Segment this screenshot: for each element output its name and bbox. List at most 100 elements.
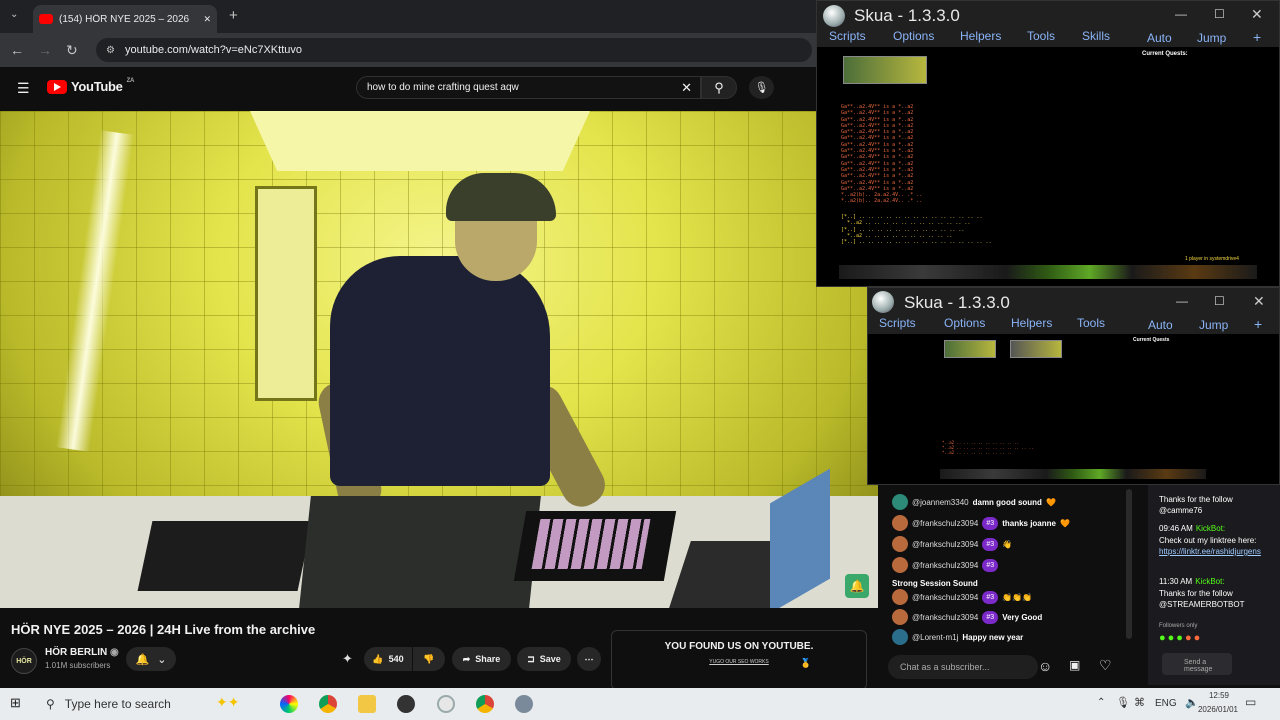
chat-user[interactable]: @frankschulz3094	[912, 559, 978, 572]
dislike-button[interactable]: 👎	[413, 647, 445, 671]
launchpad-lights	[531, 519, 651, 569]
chat-user[interactable]: @joannem3340	[912, 496, 969, 509]
maximize-icon[interactable]: ☐	[1214, 7, 1225, 21]
skua-bottom-add-icon[interactable]: +	[1254, 316, 1262, 332]
tray-expand-icon[interactable]: ⌃	[1097, 697, 1105, 708]
chevron-down-icon: ⌄	[157, 653, 167, 666]
search-button[interactable]: ⚲	[701, 76, 737, 99]
skua-top-menu-scripts[interactable]: Scripts	[829, 29, 866, 43]
minimize-icon-2[interactable]: —	[1176, 294, 1188, 308]
minimize-icon[interactable]: —	[1175, 7, 1187, 21]
chrome-icon[interactable]	[319, 695, 337, 713]
youtube-logo[interactable]: YouTube ZA	[47, 78, 134, 94]
chat-message: @frankschulz3094 #3 Very Good	[892, 609, 1132, 625]
skua-top-menu-jump[interactable]: Jump	[1197, 31, 1226, 45]
file-explorer-icon[interactable]	[358, 695, 376, 713]
skua-bottom-menu-scripts[interactable]: Scripts	[879, 316, 916, 330]
voice-search-button[interactable]: 🎙	[749, 76, 774, 99]
close-icon-2[interactable]: ✕	[1253, 293, 1265, 310]
super-chat-icon[interactable]: ▣	[1069, 658, 1080, 672]
obs-icon[interactable]	[397, 695, 415, 713]
close-icon[interactable]: ✕	[1251, 6, 1263, 23]
skua-top-add-icon[interactable]: +	[1253, 29, 1261, 45]
start-icon[interactable]: ⊞	[10, 695, 21, 711]
kick-bot-name-3: KickBot:	[1195, 577, 1225, 586]
chrome-icon-2[interactable]	[476, 695, 494, 713]
network-icon[interactable]: ⌘	[1134, 696, 1145, 709]
like-button[interactable]: 👍 540	[364, 647, 412, 671]
promo-subtitle: YUGO OUR SEO WORKS	[709, 659, 769, 665]
gift-icon[interactable]: ✦	[342, 651, 353, 667]
players-in-room: 1 player in systemdrive4	[1185, 256, 1239, 262]
channel-avatar[interactable]: HÖR	[11, 648, 37, 674]
video-player[interactable]	[0, 111, 878, 608]
skua-top-menu-helpers[interactable]: Helpers	[960, 29, 1001, 43]
back-icon[interactable]: ←	[10, 42, 24, 58]
skills-hotbar-2[interactable]	[940, 469, 1206, 479]
chat-scrollbar[interactable]	[1126, 489, 1132, 639]
dj-body	[330, 256, 550, 486]
chat-user[interactable]: @frankschulz3094	[912, 591, 978, 604]
tab-list-chevron-icon[interactable]: ⌄	[10, 9, 18, 20]
skua-top-menu-options[interactable]: Options	[893, 29, 934, 43]
address-bar[interactable]: ⚙ youtube.com/watch?v=eNc7XKttuvo	[96, 38, 812, 62]
heart-reaction-icon[interactable]: ♡	[1099, 657, 1112, 674]
chat-user[interactable]: @frankschulz3094	[912, 611, 978, 624]
browser-tab[interactable]: (154) HÖR NYE 2025 – 2026 ✕	[33, 5, 217, 33]
skua-top-menu-auto[interactable]: Auto	[1147, 31, 1172, 45]
player-portrait	[843, 56, 927, 84]
skua-bottom-menu-helpers[interactable]: Helpers	[1011, 316, 1052, 330]
clap-emoji-icon: 👏👏👏	[1002, 592, 1033, 602]
new-tab-button[interactable]: +	[229, 7, 238, 24]
chat-input[interactable]: Chat as a subscriber...	[888, 655, 1038, 679]
site-info-icon[interactable]: ⚙	[106, 45, 115, 56]
clock-time[interactable]: 12:59	[1196, 691, 1242, 700]
emoji-picker-icon[interactable]: ☺	[1038, 658, 1052, 674]
chat-avatar	[892, 494, 908, 510]
current-quests-label: Current Quests:	[1142, 51, 1188, 57]
clock-date[interactable]: 2026/01/01	[1190, 705, 1246, 714]
chat-user[interactable]: @frankschulz3094	[912, 538, 978, 551]
subscribed-bell-button[interactable]: 🔔 ⌄	[126, 647, 176, 671]
language-indicator[interactable]: ENG	[1155, 698, 1177, 709]
share-button[interactable]: ➦ Share	[452, 647, 511, 671]
kick-chat-panel: Thanks for the follow @camme76 09:46 AM …	[1148, 485, 1280, 685]
kick-user-1: @camme76	[1159, 506, 1203, 515]
search-input[interactable]: how to do mine crafting quest aqw ✕	[356, 76, 701, 99]
skua-bottom-menu-jump[interactable]: Jump	[1199, 318, 1228, 332]
chat-message: @frankschulz3094 #3 👏👏👏	[892, 589, 1132, 605]
channel-name[interactable]: HÖR BERLIN ◉	[45, 647, 119, 658]
clear-search-icon[interactable]: ✕	[681, 80, 692, 96]
chat-avatar	[892, 536, 908, 552]
reload-icon[interactable]: ↻	[66, 42, 78, 59]
kick-link[interactable]: https://linktr.ee/rashidjurgens	[1159, 546, 1279, 557]
promo-card[interactable]: YOU FOUND US ON YOUTUBE. YUGO OUR SEO WO…	[611, 630, 867, 690]
chat-user[interactable]: @frankschulz3094	[912, 517, 978, 530]
youtube-play-icon	[47, 79, 67, 94]
chat-user[interactable]: @Lorent-m1j	[912, 631, 958, 644]
tab-close-icon[interactable]: ✕	[203, 14, 211, 25]
current-quests-label-2: Current Quests	[1133, 337, 1170, 343]
copilot-icon[interactable]	[280, 695, 298, 713]
skua-bottom-menu-auto[interactable]: Auto	[1148, 318, 1173, 332]
skua-bottom-menu-tools[interactable]: Tools	[1077, 316, 1105, 330]
forward-icon[interactable]: →	[38, 42, 52, 58]
skua-taskbar-icon[interactable]	[515, 695, 533, 713]
emote-row[interactable]: ●●●●●	[1159, 633, 1279, 644]
more-actions-button[interactable]: ⋯	[577, 647, 601, 671]
subscriber-count: 1.01M subscribers	[45, 661, 111, 670]
kick-message-2: 09:46 AM KickBot:	[1159, 523, 1279, 534]
menu-icon[interactable]: ☰	[17, 80, 30, 97]
skua-bottom-menu-options[interactable]: Options	[944, 316, 985, 330]
maximize-icon-2[interactable]: ☐	[1214, 294, 1225, 308]
notification-bell-overlay-icon[interactable]: 🔔	[845, 574, 869, 598]
skills-hotbar[interactable]	[839, 265, 1257, 279]
skua-top-menu-tools[interactable]: Tools	[1027, 29, 1055, 43]
mic-tray-icon[interactable]: 🎙	[1116, 696, 1130, 709]
app-icon[interactable]	[437, 695, 455, 713]
kick-send-input[interactable]: Send a message	[1162, 653, 1232, 675]
chat-avatar	[892, 629, 908, 645]
notifications-icon[interactable]: ▭	[1245, 695, 1256, 709]
skua-top-menu-skills[interactable]: Skills	[1082, 29, 1110, 43]
save-button[interactable]: ⊐ Save	[517, 647, 571, 671]
